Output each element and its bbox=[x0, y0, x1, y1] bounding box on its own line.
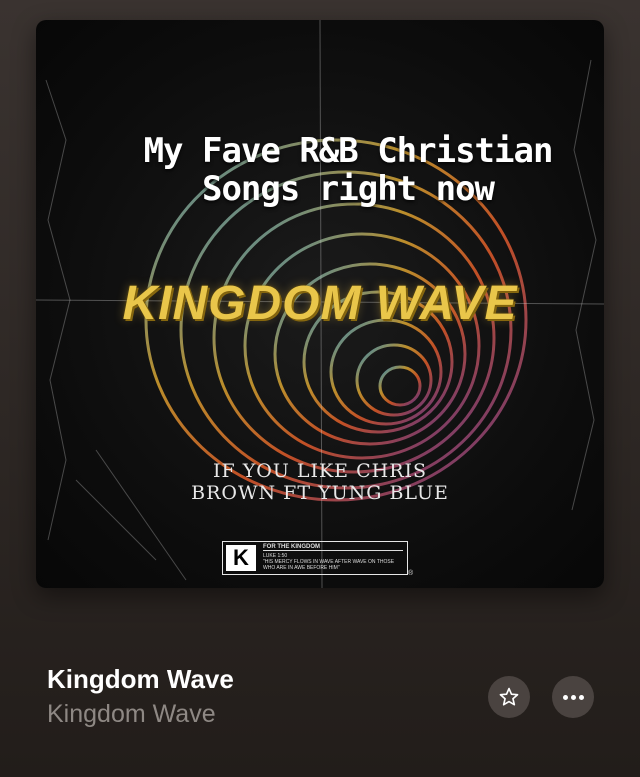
track-artist[interactable]: Kingdom Wave bbox=[47, 700, 216, 729]
artwork-subtitle: IF YOU LIKE CHRIS BROWN FT YUNG BLUE bbox=[156, 460, 484, 504]
artwork-title: KINGDOM WAVE bbox=[122, 277, 518, 330]
track-title[interactable]: Kingdom Wave bbox=[47, 664, 234, 695]
registered-mark: ® bbox=[408, 570, 414, 577]
label-logo: K bbox=[226, 545, 256, 571]
overlay-title: My Fave R&B Christian Songs right now bbox=[143, 131, 554, 209]
favorite-button[interactable] bbox=[488, 676, 530, 718]
label-quote: "HIS MERCY FLOWS IN WAVE AFTER WAVE ON T… bbox=[263, 559, 395, 571]
subtitle-line-2: BROWN FT YUNG BLUE bbox=[191, 482, 449, 504]
label-header: FOR THE KINGDOM bbox=[263, 544, 403, 551]
label-text: FOR THE KINGDOM LUKE 1:50 "HIS MERCY FLO… bbox=[259, 542, 407, 574]
ellipsis-icon bbox=[562, 694, 584, 700]
star-icon bbox=[499, 687, 519, 706]
more-options-button[interactable] bbox=[552, 676, 594, 718]
album-artwork[interactable]: My Fave R&B Christian Songs right now KI… bbox=[36, 20, 604, 588]
record-label-box: K FOR THE KINGDOM LUKE 1:50 "HIS MERCY F… bbox=[222, 541, 408, 575]
subtitle-line-1: IF YOU LIKE CHRIS bbox=[212, 460, 428, 482]
